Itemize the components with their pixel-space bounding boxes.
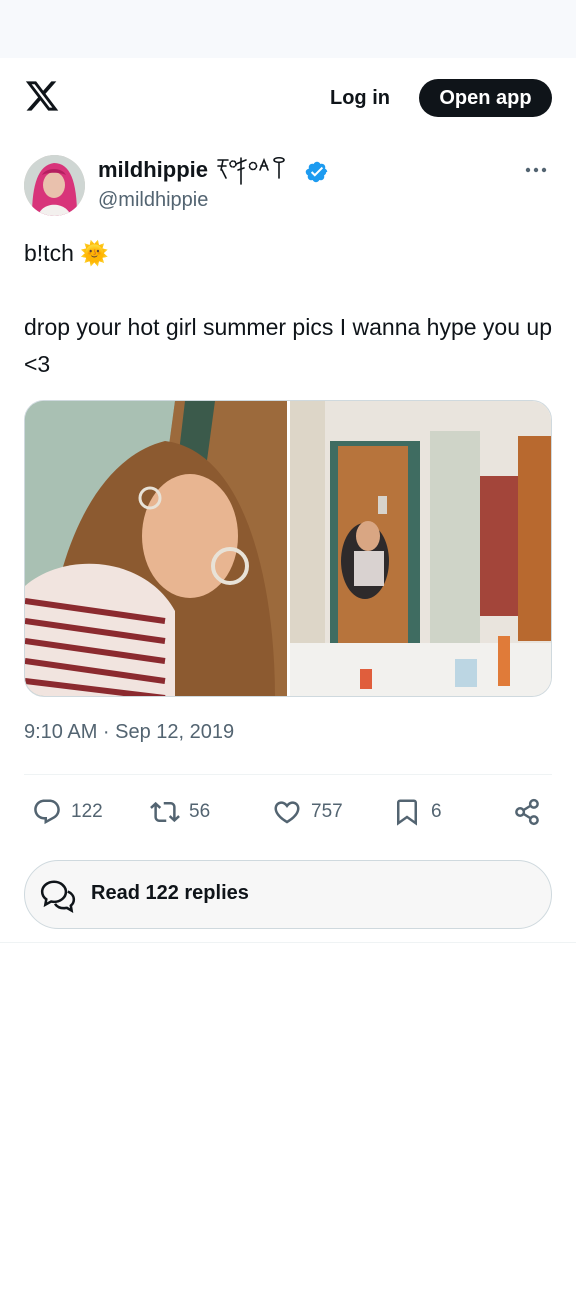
bookmark-icon — [397, 799, 417, 826]
divider — [24, 774, 552, 775]
login-button[interactable]: Log in — [316, 79, 404, 117]
reply-action[interactable]: 122 — [32, 790, 103, 834]
share-action[interactable] — [512, 790, 542, 834]
author-handle[interactable]: @mildhippie — [98, 189, 208, 212]
status-bar — [0, 0, 576, 58]
divider — [0, 942, 576, 943]
like-count: 757 — [311, 801, 343, 822]
tweet-actions: 122 56 757 6 — [24, 790, 552, 834]
photo-1[interactable] — [25, 401, 287, 696]
tweet-author[interactable]: mildhippie @mildhippie — [24, 155, 552, 217]
photo-2[interactable] — [290, 401, 551, 696]
reply-icon — [34, 799, 60, 825]
read-replies-label: Read 122 replies — [91, 882, 249, 904]
avatar[interactable] — [24, 155, 85, 216]
repost-action[interactable]: 56 — [150, 790, 210, 834]
like-action[interactable]: 757 — [272, 790, 343, 834]
x-logo-icon[interactable] — [24, 78, 60, 114]
repost-count: 56 — [189, 801, 211, 822]
bookmark-action[interactable]: 6 — [392, 790, 442, 834]
author-display-name[interactable]: mildhippie — [98, 157, 208, 183]
bookmark-count: 6 — [431, 801, 442, 822]
tweet-text-line-1: b!tch 🌞 — [24, 240, 109, 266]
verified-badge-icon — [305, 161, 328, 183]
reply-count: 122 — [71, 801, 103, 822]
top-bar: Log in Open app — [0, 58, 576, 136]
read-replies-button[interactable]: Read 122 replies — [24, 860, 552, 929]
share-icon — [515, 798, 539, 826]
more-options-icon[interactable] — [524, 161, 548, 179]
tweet-media[interactable] — [24, 400, 552, 697]
tweet-timestamp[interactable]: 9:10 AM · Sep 12, 2019 — [24, 721, 234, 744]
open-app-button[interactable]: Open app — [419, 79, 552, 117]
heart-icon — [274, 801, 300, 824]
tweet-text-line-2: drop your hot girl summer pics I wanna h… — [24, 314, 552, 377]
name-decoration-glyphs — [217, 156, 285, 185]
repost-icon — [150, 801, 180, 823]
tweet-text: b!tch 🌞 drop your hot girl summer pics I… — [24, 235, 552, 383]
chat-bubbles-icon — [40, 880, 76, 913]
